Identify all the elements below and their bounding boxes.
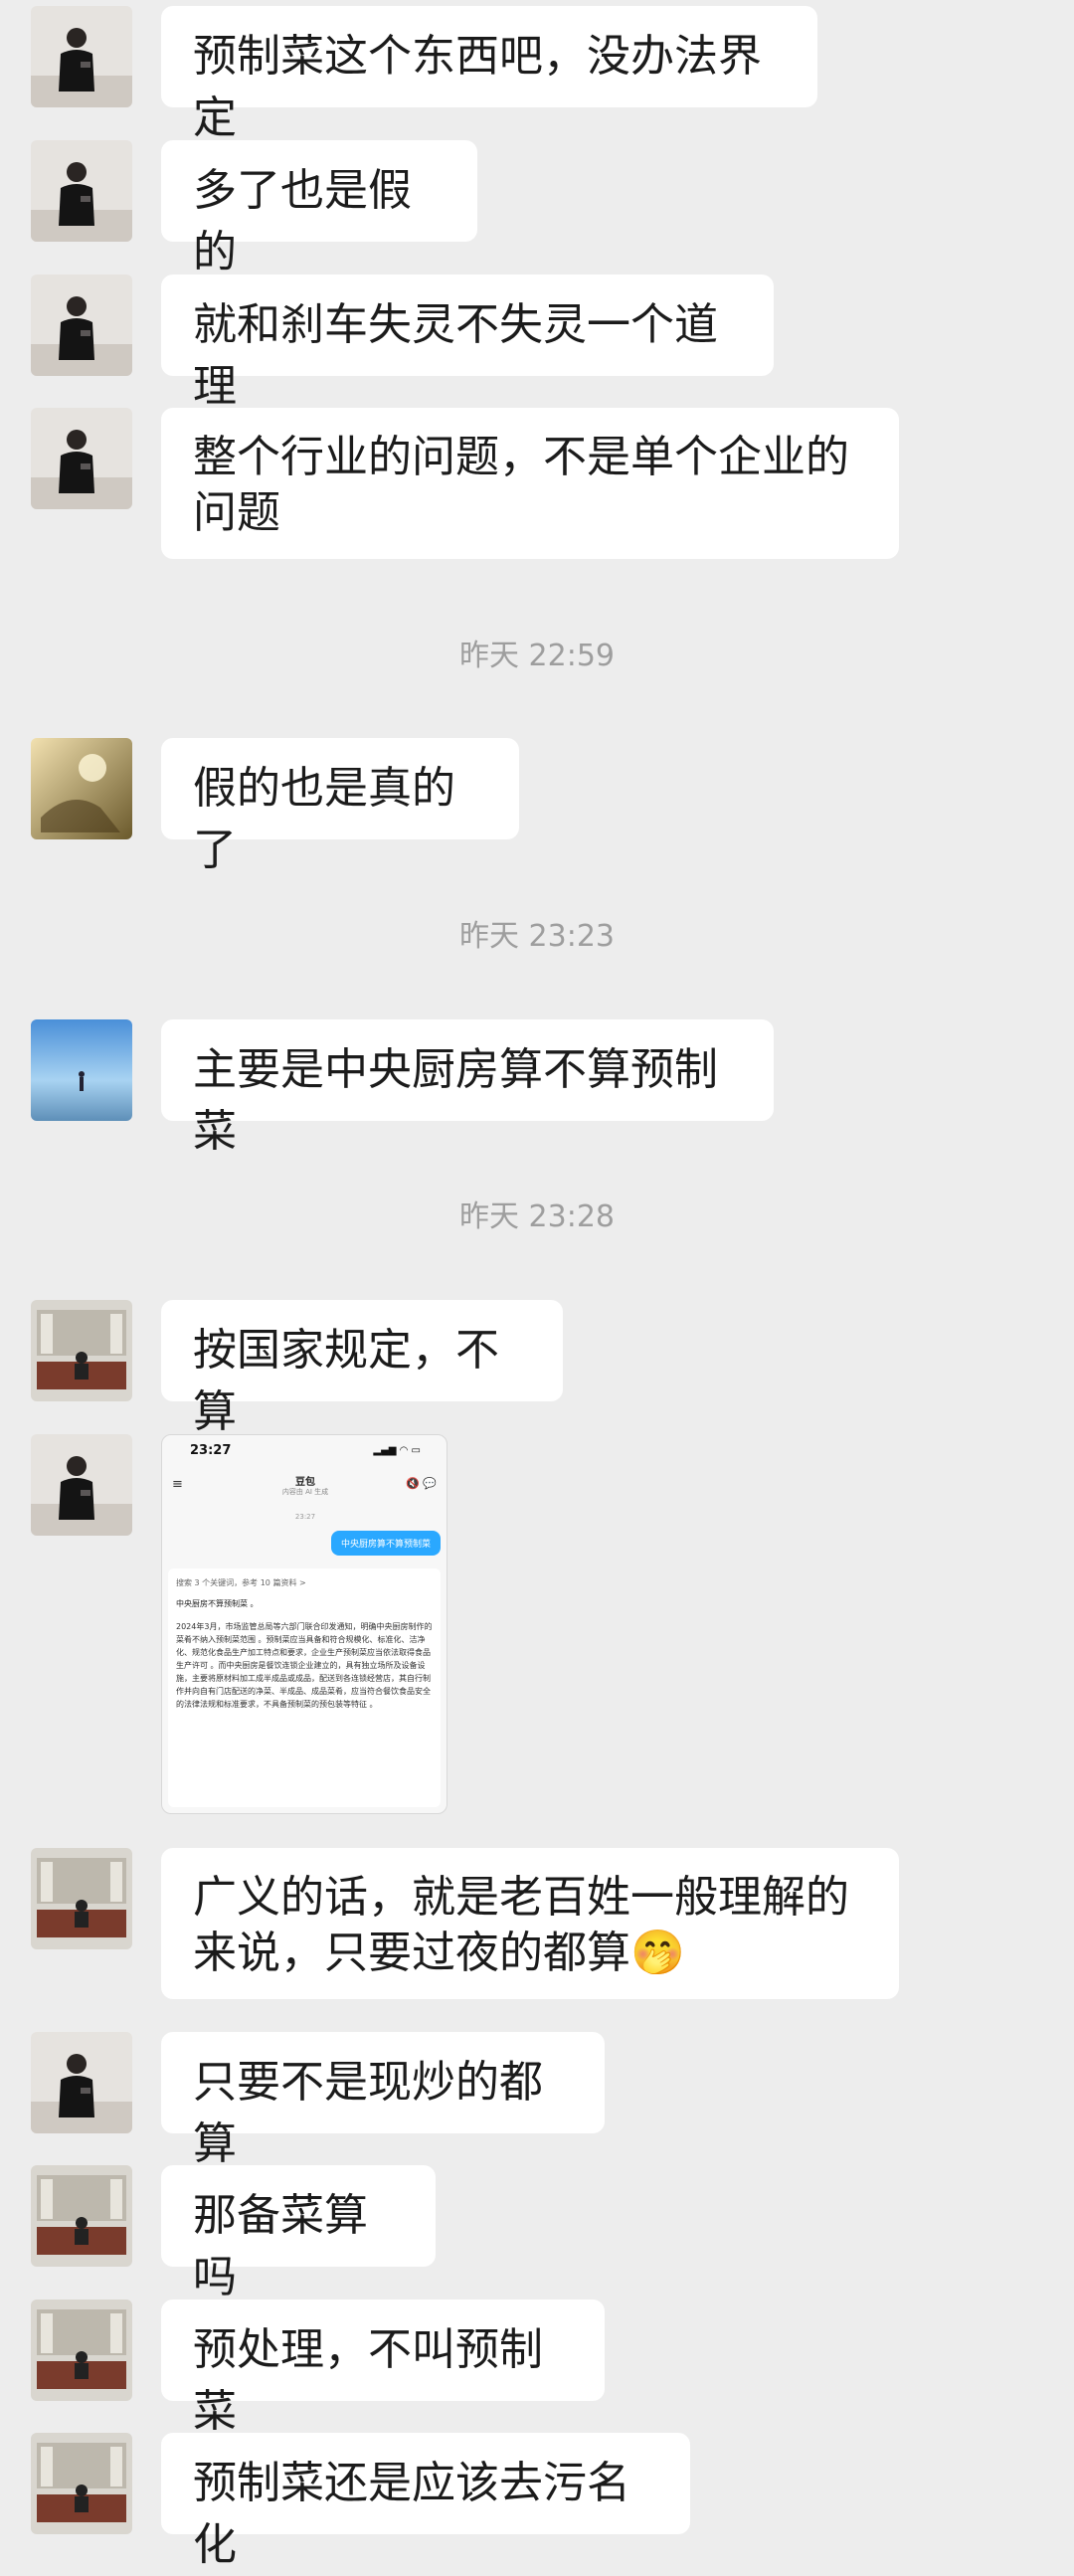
message-bubble[interactable]: 假的也是真的了 [161, 738, 519, 875]
avatar[interactable] [31, 275, 132, 376]
timestamp: 昨天 22:59 [459, 639, 615, 673]
signal-wifi-battery-icon: ▂▄▆ ◠ ▭ [373, 1445, 421, 1456]
status-time: 23:27 [190, 1443, 232, 1458]
message-bubble[interactable]: 主要是中央厨房算不算预制菜 [161, 1019, 774, 1157]
avatar[interactable] [31, 1300, 132, 1401]
message-bubble[interactable]: 预制菜这个东西吧，没办法界定 [161, 6, 817, 143]
message-bubble[interactable]: 整个行业的问题，不是单个企业的问题 [161, 408, 899, 559]
reference-line: 搜索 3 个关键词，参考 10 篇资料 > [176, 1578, 306, 1587]
avatar[interactable] [31, 408, 132, 509]
avatar[interactable] [31, 2433, 132, 2534]
message-bubble[interactable]: 多了也是假的 [161, 140, 477, 277]
avatar[interactable] [31, 2165, 132, 2267]
timestamp: 昨天 23:28 [459, 1199, 615, 1234]
avatar[interactable] [31, 1434, 132, 1536]
app-title: 豆包 [295, 1477, 315, 1488]
mute-and-chat-icon: 🔇 💬 [406, 1477, 437, 1490]
message-bubble[interactable]: 按国家规定，不算 [161, 1300, 563, 1437]
message-bubble[interactable]: 广义的话，就是老百姓一般理解的来说，只要过夜的都算🤭 [161, 1848, 899, 1999]
avatar[interactable] [31, 140, 132, 242]
message-bubble[interactable]: 只要不是现炒的都算 [161, 2032, 605, 2169]
answer-heading: 中央厨房不算预制菜 。 [176, 1599, 259, 1608]
message-bubble[interactable]: 那备菜算吗 [161, 2165, 436, 2302]
avatar[interactable] [31, 1848, 132, 1949]
answer-card: 搜索 3 个关键词，参考 10 篇资料 > 中央厨房不算预制菜 。 2024年3… [168, 1568, 441, 1807]
avatar[interactable] [31, 738, 132, 839]
timestamp: 昨天 23:23 [459, 919, 615, 954]
app-subtitle: 内容由 AI 生成 [281, 1488, 329, 1496]
avatar[interactable] [31, 2032, 132, 2133]
answer-body: 2024年3月，市场监管总局等六部门联合印发通知，明确中央厨房制作的菜肴不纳入预… [176, 1622, 433, 1709]
message-bubble[interactable]: 预制菜还是应该去污名化 [161, 2433, 690, 2570]
question-bubble: 中央厨房算不算预制菜 [330, 1531, 441, 1556]
avatar[interactable] [31, 2300, 132, 2401]
avatar[interactable] [31, 1019, 132, 1121]
message-bubble[interactable]: 预处理，不叫预制菜 [161, 2300, 605, 2437]
message-bubble[interactable]: 就和刹车失灵不失灵一个道理 [161, 275, 774, 412]
chat-time: 23:27 [294, 1513, 316, 1521]
avatar[interactable] [31, 6, 132, 107]
image-message[interactable]: 23:27 ▂▄▆ ◠ ▭ ≡ 豆包 内容由 AI 生成 🔇 💬 23:27 中… [161, 1434, 448, 1814]
